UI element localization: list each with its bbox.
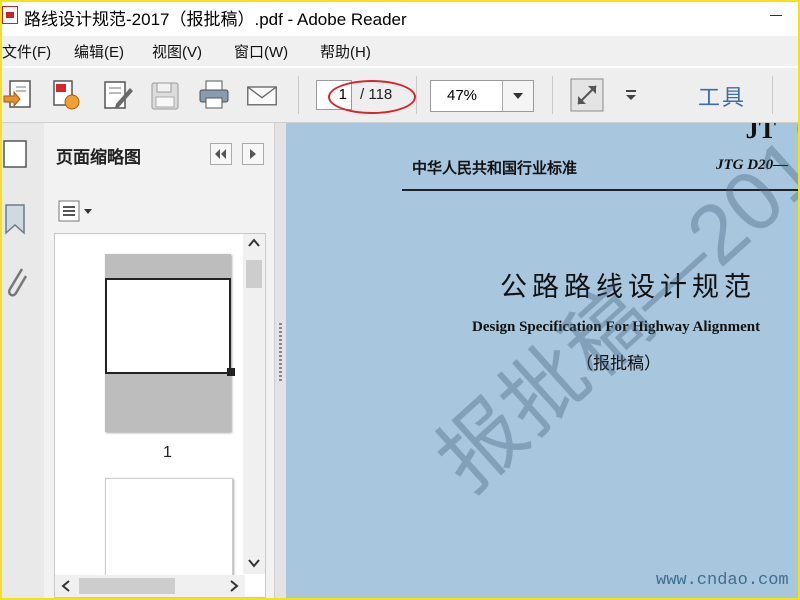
toolbar-separator: [416, 76, 417, 114]
menu-bar: 文件(F) 编辑(E) 视图(V) 窗口(W) 帮助(H): [2, 36, 798, 66]
menu-file[interactable]: 文件(F): [2, 41, 51, 62]
toolbar: 1 / 118 47% 工具: [2, 68, 798, 123]
panel-title: 页面缩略图: [56, 148, 141, 167]
toolbar-separator: [772, 76, 773, 114]
resize-handle[interactable]: [227, 368, 235, 376]
menu-help[interactable]: 帮助(H): [320, 41, 371, 62]
document-organization: 中华人民共和国行业标准: [412, 161, 578, 177]
app-window: 路线设计规范-2017（报批稿）.pdf - Adobe Reader 文件(F…: [0, 0, 800, 600]
toolbar-separator: [552, 76, 553, 114]
window-title: 路线设计规范-2017（报批稿）.pdf - Adobe Reader: [24, 10, 407, 29]
zoom-value: 47%: [447, 87, 478, 104]
chevron-left-icon[interactable]: [61, 580, 71, 592]
create-pdf-icon[interactable]: [2, 78, 34, 112]
document-page: JT 中华人民共和国行业标准 JTG D20— 公路路线设计规范 Design …: [286, 123, 798, 598]
thumbnails-panel: 页面缩略图 1: [44, 123, 274, 598]
thumbnail-page-number: 1: [163, 444, 172, 461]
toolbar-separator: [298, 76, 299, 114]
horizontal-scrollbar[interactable]: [55, 575, 245, 597]
page-thumbnails-icon[interactable]: [2, 137, 32, 171]
chevron-right-icon[interactable]: [229, 580, 239, 592]
document-view[interactable]: JT 中华人民共和国行业标准 JTG D20— 公路路线设计规范 Design …: [286, 123, 798, 598]
thumbnail-list: 1: [54, 233, 266, 598]
double-left-arrow-icon: [215, 149, 226, 159]
menu-view[interactable]: 视图(V): [152, 41, 202, 62]
thumbnail-selection-frame: [105, 278, 231, 374]
chevron-up-icon[interactable]: [248, 238, 260, 248]
thumbnail-page-1[interactable]: [105, 254, 235, 432]
scroll-thumb[interactable]: [79, 578, 175, 594]
export-pdf-icon[interactable]: [50, 78, 82, 112]
print-icon[interactable]: [198, 78, 230, 112]
zoom-select[interactable]: 47%: [430, 80, 534, 112]
minimize-button[interactable]: [770, 8, 784, 22]
edit-icon[interactable]: [102, 78, 134, 112]
scroll-thumb[interactable]: [246, 260, 262, 288]
chevron-down-icon[interactable]: [502, 81, 533, 111]
expand-panel-button[interactable]: [242, 143, 264, 165]
attachment-icon[interactable]: [2, 263, 32, 303]
tools-button[interactable]: 工具: [698, 80, 746, 112]
bookmark-icon[interactable]: [2, 201, 32, 239]
full-screen-icon[interactable]: [570, 78, 604, 112]
collapse-panel-button[interactable]: [210, 143, 232, 165]
page-highlight-circle: [328, 80, 416, 114]
navigation-rail: [2, 123, 45, 598]
watermark: 报批稿—2016—0: [419, 123, 798, 508]
options-menu-icon[interactable]: [58, 199, 94, 223]
site-watermark: www.cndao.com: [656, 571, 789, 590]
more-tools-dropdown[interactable]: [626, 90, 638, 100]
vertical-scrollbar[interactable]: [243, 234, 265, 574]
title-bar: 路线设计规范-2017（报批稿）.pdf - Adobe Reader: [2, 2, 798, 30]
right-arrow-icon: [250, 149, 256, 159]
save-icon[interactable]: [148, 78, 180, 112]
menu-edit[interactable]: 编辑(E): [74, 41, 124, 62]
adobe-reader-icon: [2, 6, 18, 24]
splitter-grip[interactable]: [279, 323, 282, 383]
menu-window[interactable]: 窗口(W): [234, 41, 288, 62]
chevron-down-icon[interactable]: [248, 558, 260, 568]
email-icon[interactable]: [246, 78, 278, 112]
